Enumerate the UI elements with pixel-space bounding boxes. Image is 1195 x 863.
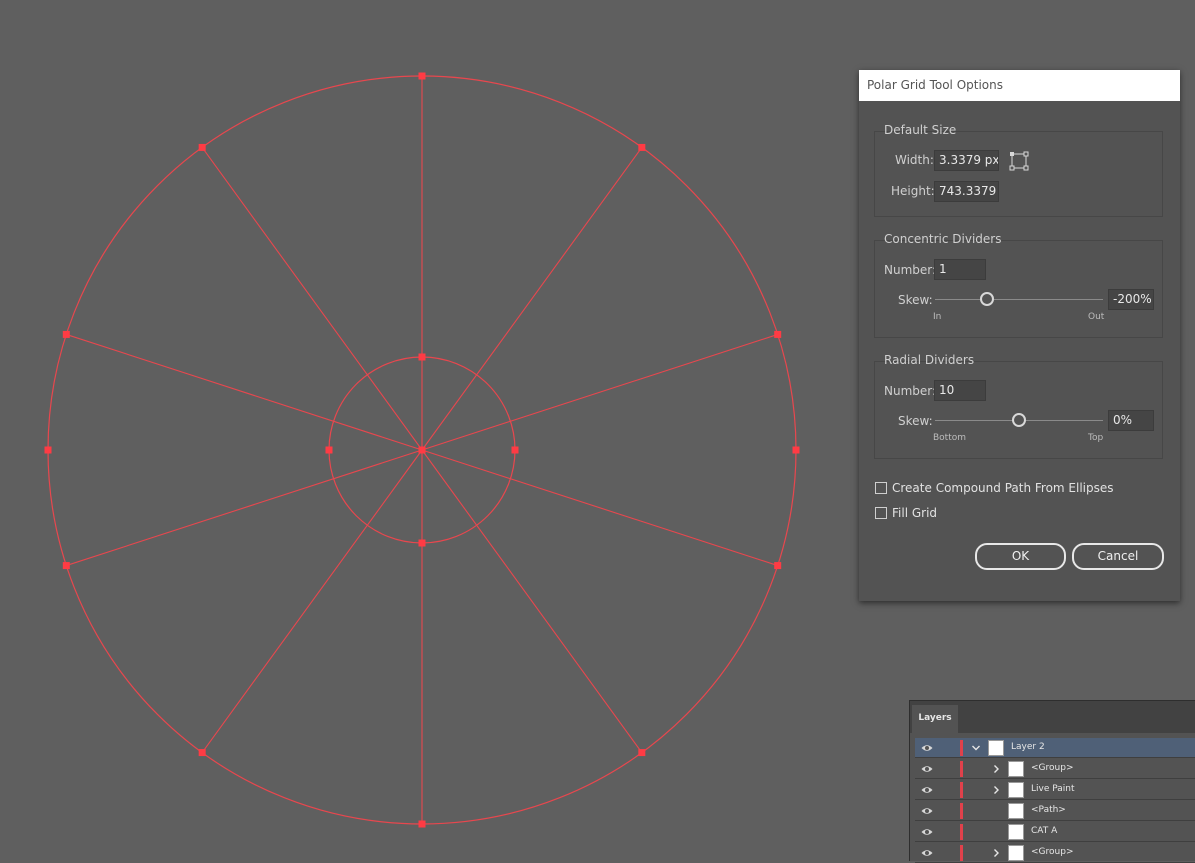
layer-row[interactable]: Layer 2	[915, 738, 1195, 758]
visibility-eye-icon[interactable]	[921, 764, 933, 774]
layer-name: Layer 2	[1011, 742, 1045, 752]
layer-name: <Path>	[1031, 805, 1066, 815]
concentric-skew-max-label: Out	[1088, 312, 1105, 322]
layer-name: CAT A	[1031, 826, 1058, 836]
layer-color-bar	[960, 761, 963, 777]
fill-grid-label[interactable]: Fill Grid	[892, 506, 937, 520]
inner-anchor-point[interactable]	[511, 446, 519, 454]
outer-anchor-point[interactable]	[638, 143, 646, 151]
artboard-canvas[interactable]	[0, 0, 860, 860]
radial-divider-line[interactable]	[201, 449, 423, 753]
inner-anchor-point[interactable]	[325, 446, 333, 454]
inner-anchor-point[interactable]	[418, 539, 426, 547]
dialog-title[interactable]: Polar Grid Tool Options	[859, 70, 1180, 101]
outer-anchor-point[interactable]	[62, 562, 70, 570]
inner-anchor-point[interactable]	[418, 353, 426, 361]
layer-color-bar	[960, 740, 963, 756]
layer-thumbnail	[1008, 845, 1024, 861]
layers-tabbar: Layers	[910, 701, 1195, 733]
outer-anchor-point[interactable]	[44, 446, 52, 454]
outer-anchor-point[interactable]	[418, 820, 426, 828]
layer-color-bar	[960, 824, 963, 840]
concentric-skew-field[interactable]: -200%	[1108, 289, 1154, 310]
concentric-skew-track[interactable]	[935, 299, 1103, 300]
compound-path-checkbox[interactable]	[875, 482, 887, 494]
visibility-eye-icon[interactable]	[921, 806, 933, 816]
chevron-right-icon[interactable]	[991, 848, 1001, 858]
concentric-skew-min-label: In	[933, 312, 942, 322]
outer-anchor-point[interactable]	[774, 330, 782, 338]
layer-row[interactable]: <Group>	[915, 759, 1195, 779]
layers-panel: Layers Layer 2 <Group> Live Paint <Path> CAT…	[909, 700, 1195, 863]
default-size-group: Default Size	[874, 123, 1163, 217]
visibility-eye-icon[interactable]	[921, 848, 933, 858]
polar-grid-options-dialog: Polar Grid Tool Options Default Size Wid…	[859, 70, 1180, 601]
center-anchor-point[interactable]	[418, 446, 426, 454]
radial-skew-max-label: Top	[1088, 433, 1104, 443]
concentric-dividers-title: Concentric Dividers	[884, 232, 1002, 246]
radial-number-label: Number:	[884, 384, 937, 398]
layer-row[interactable]: CAT A	[915, 822, 1195, 842]
radial-divider-line[interactable]	[201, 147, 423, 451]
height-label: Height:	[891, 184, 935, 198]
layer-color-bar	[960, 803, 963, 819]
layer-name: <Group>	[1031, 847, 1074, 857]
layer-name: <Group>	[1031, 763, 1074, 773]
concentric-skew-slider-handle[interactable]	[980, 292, 995, 306]
visibility-eye-icon[interactable]	[921, 827, 933, 837]
outer-anchor-point[interactable]	[418, 72, 426, 80]
radial-divider-line[interactable]	[66, 333, 423, 451]
width-field[interactable]: 3.3379 px	[934, 150, 999, 171]
compound-path-label[interactable]: Create Compound Path From Ellipses	[892, 481, 1114, 495]
radial-divider-line[interactable]	[66, 449, 423, 567]
concentric-skew-label: Skew:	[898, 293, 933, 307]
outer-anchor-point[interactable]	[792, 446, 800, 454]
height-field[interactable]: 743.3379	[934, 181, 999, 202]
layer-row[interactable]: Live Paint	[915, 780, 1195, 800]
tab-layers[interactable]: Layers	[912, 705, 958, 733]
fill-grid-checkbox[interactable]	[875, 507, 887, 519]
width-label: Width:	[895, 153, 934, 167]
cancel-button[interactable]: Cancel	[1072, 543, 1164, 570]
layer-thumbnail	[1008, 782, 1024, 798]
concentric-number-field[interactable]: 1	[934, 259, 986, 280]
outer-anchor-point[interactable]	[198, 749, 206, 757]
radial-divider-line[interactable]	[421, 147, 643, 451]
outer-anchor-point[interactable]	[774, 562, 782, 570]
chevron-right-icon[interactable]	[991, 785, 1001, 795]
chevron-right-icon[interactable]	[991, 764, 1001, 774]
radial-skew-label: Skew:	[898, 414, 933, 428]
concentric-number-label: Number:	[884, 263, 937, 277]
radial-skew-min-label: Bottom	[933, 433, 967, 443]
radial-divider-line[interactable]	[421, 449, 778, 567]
layer-thumbnail	[1008, 803, 1024, 819]
layer-thumbnail	[1008, 824, 1024, 840]
visibility-eye-icon[interactable]	[921, 743, 933, 753]
radial-number-field[interactable]: 10	[934, 380, 986, 401]
chevron-down-icon[interactable]	[971, 743, 981, 753]
ok-button[interactable]: OK	[975, 543, 1066, 570]
layer-color-bar	[960, 782, 963, 798]
layer-row[interactable]: <Group>	[915, 843, 1195, 863]
visibility-eye-icon[interactable]	[921, 785, 933, 795]
layer-thumbnail	[988, 740, 1004, 756]
default-size-title: Default Size	[884, 123, 957, 137]
size-dialog-icon[interactable]	[1009, 151, 1029, 171]
layer-name: Live Paint	[1031, 784, 1075, 794]
radial-skew-slider-handle[interactable]	[1012, 413, 1026, 427]
outer-anchor-point[interactable]	[198, 143, 206, 151]
radial-skew-field[interactable]: 0%	[1108, 410, 1154, 431]
layer-color-bar	[960, 845, 963, 861]
radial-dividers-title: Radial Dividers	[884, 353, 975, 367]
radial-divider-line[interactable]	[421, 449, 643, 753]
layer-thumbnail	[1008, 761, 1024, 777]
outer-anchor-point[interactable]	[62, 330, 70, 338]
layer-row[interactable]: <Path>	[915, 801, 1195, 821]
radial-divider-line[interactable]	[421, 333, 778, 451]
outer-anchor-point[interactable]	[638, 749, 646, 757]
